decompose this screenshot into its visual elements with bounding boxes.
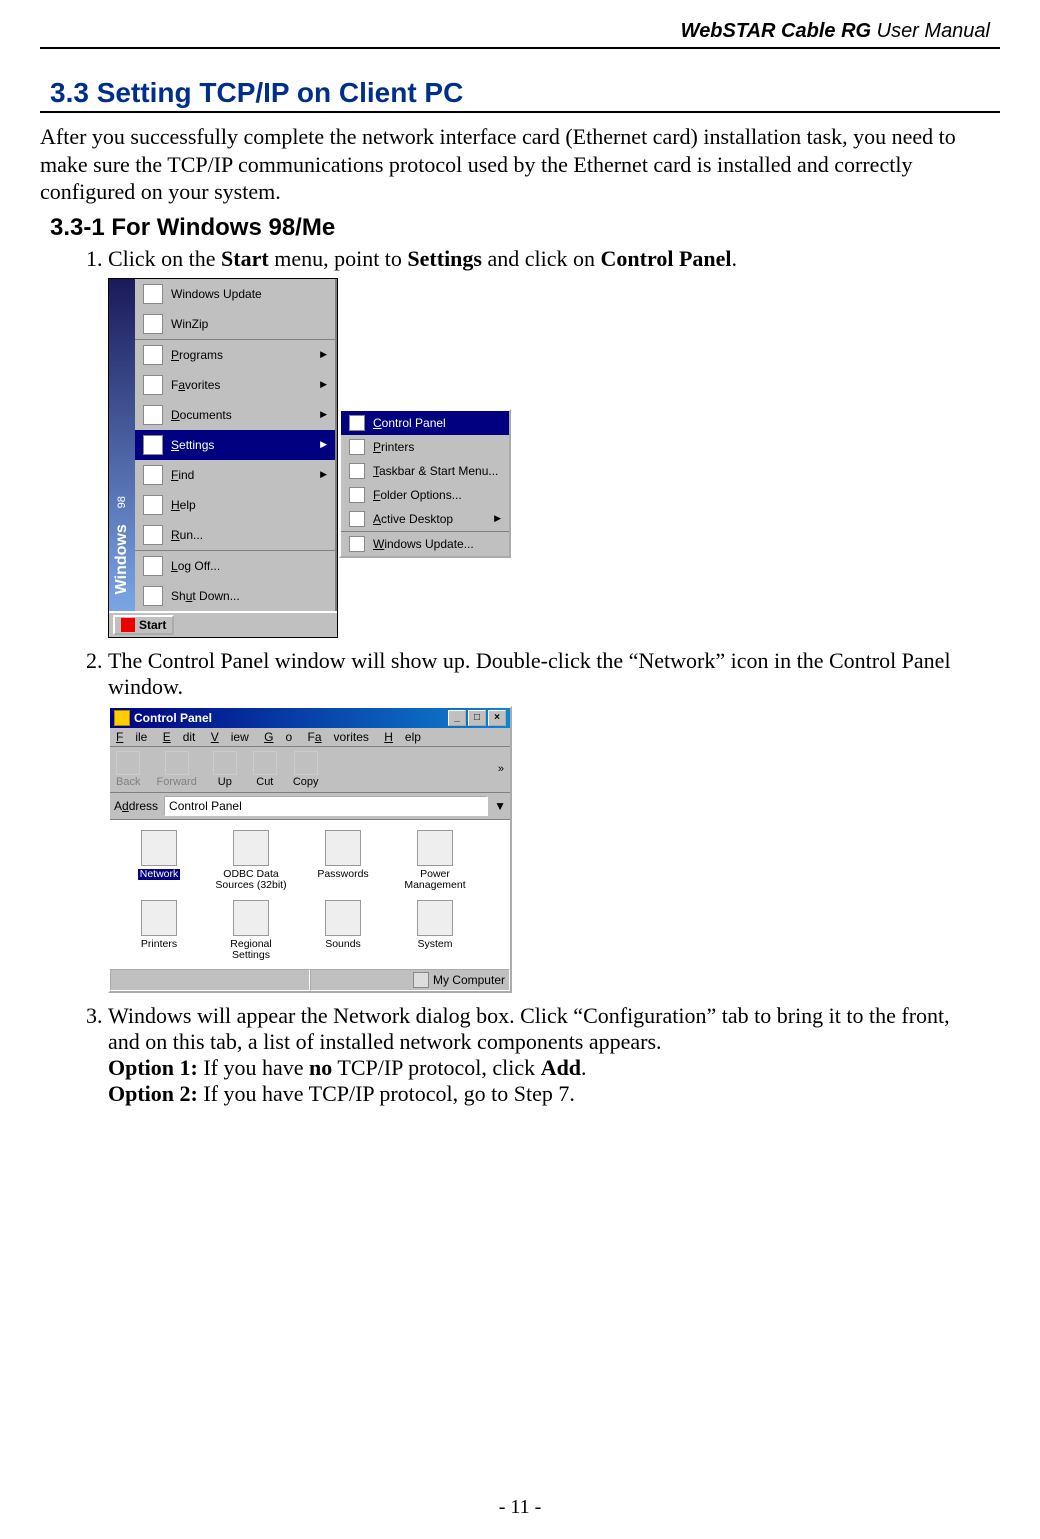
step-3: Windows will appear the Network dialog b… bbox=[108, 1003, 980, 1107]
winzip-icon bbox=[143, 314, 163, 334]
page-number: - 11 - bbox=[0, 1496, 1040, 1519]
globe-icon bbox=[143, 284, 163, 304]
settings-submenu: Control Panel Printers Taskbar & Start M… bbox=[339, 409, 511, 558]
control-panel-icon bbox=[114, 710, 130, 726]
chevron-right-icon: ▶ bbox=[320, 379, 327, 390]
chevron-right-icon: ▶ bbox=[494, 513, 501, 524]
submenu-folder-options[interactable]: Folder Options... bbox=[341, 483, 509, 507]
documents-icon bbox=[143, 405, 163, 425]
menu-item-favorites[interactable]: Favorites▶ bbox=[135, 370, 335, 400]
my-computer-icon bbox=[413, 972, 429, 988]
taskbar: Start bbox=[109, 611, 337, 637]
menu-item-documents[interactable]: Documents▶ bbox=[135, 400, 335, 430]
toolbar-more-icon[interactable]: » bbox=[498, 763, 504, 775]
step-1: Click on the Start menu, point to Settin… bbox=[108, 246, 980, 642]
tool-forward[interactable]: Forward bbox=[156, 751, 196, 788]
icon-odbc[interactable]: ODBC Data Sources (32bit) bbox=[212, 830, 290, 892]
header-product: WebSTAR Cable RG bbox=[681, 20, 871, 42]
maximize-button[interactable]: □ bbox=[468, 710, 486, 726]
start-button[interactable]: Start bbox=[113, 615, 174, 635]
menu-item-run[interactable]: Run... bbox=[135, 520, 335, 550]
start-menu-sidebar: Windows98 bbox=[109, 279, 135, 611]
address-bar: Address ▼ bbox=[110, 793, 510, 820]
address-label: Address bbox=[114, 799, 158, 813]
star-icon bbox=[143, 375, 163, 395]
menu-view[interactable]: View bbox=[211, 730, 249, 744]
submenu-control-panel[interactable]: Control Panel bbox=[341, 411, 509, 435]
step-2: The Control Panel window will show up. D… bbox=[108, 648, 980, 997]
window-title: Control Panel bbox=[134, 711, 212, 725]
close-button[interactable]: × bbox=[488, 710, 506, 726]
icon-sounds[interactable]: Sounds bbox=[304, 900, 382, 962]
page-header: WebSTAR Cable RG User Manual bbox=[40, 20, 1000, 47]
menu-item-windows-update[interactable]: Windows Update bbox=[135, 279, 335, 309]
menu-edit[interactable]: Edit bbox=[163, 730, 196, 744]
section-intro: After you successfully complete the netw… bbox=[40, 123, 990, 206]
icon-grid: Network ODBC Data Sources (32bit) Passwo… bbox=[110, 820, 510, 968]
windows-flag-icon bbox=[121, 618, 135, 632]
menu-item-shutdown[interactable]: Shut Down... bbox=[135, 581, 335, 611]
menu-go[interactable]: Go bbox=[264, 730, 292, 744]
window-toolbar: Back Forward Up Cut Copy » bbox=[110, 747, 510, 793]
section-title: 3.3 Setting TCP/IP on Client PC bbox=[50, 77, 990, 109]
programs-icon bbox=[143, 345, 163, 365]
find-icon bbox=[143, 465, 163, 485]
start-menu-screenshot: Windows98 Windows Update WinZip Programs… bbox=[108, 278, 338, 638]
icon-power[interactable]: Power Management bbox=[396, 830, 474, 892]
logoff-icon bbox=[143, 556, 163, 576]
subsection-title: 3.3-1 For Windows 98/Me bbox=[50, 214, 1000, 242]
active-desktop-icon bbox=[349, 511, 365, 527]
window-titlebar[interactable]: Control Panel _ □ × bbox=[110, 708, 510, 728]
help-icon bbox=[143, 495, 163, 515]
menu-favorites[interactable]: Favorites bbox=[308, 730, 369, 744]
icon-network[interactable]: Network bbox=[120, 830, 198, 892]
chevron-right-icon: ▶ bbox=[320, 439, 327, 450]
address-dropdown-icon[interactable]: ▼ bbox=[494, 799, 506, 813]
tool-cut[interactable]: Cut bbox=[253, 751, 277, 788]
icon-regional[interactable]: Regional Settings bbox=[212, 900, 290, 962]
minimize-button[interactable]: _ bbox=[448, 710, 466, 726]
menu-item-help[interactable]: Help bbox=[135, 490, 335, 520]
icon-passwords[interactable]: Passwords bbox=[304, 830, 382, 892]
run-icon bbox=[143, 525, 163, 545]
folder-options-icon bbox=[349, 487, 365, 503]
menu-item-logoff[interactable]: Log Off... bbox=[135, 550, 335, 581]
icon-system[interactable]: System bbox=[396, 900, 474, 962]
window-menubar: File Edit View Go Favorites Help bbox=[110, 728, 510, 747]
chevron-right-icon: ▶ bbox=[320, 469, 327, 480]
header-divider bbox=[40, 47, 1000, 49]
submenu-taskbar[interactable]: Taskbar & Start Menu... bbox=[341, 459, 509, 483]
tool-back[interactable]: Back bbox=[116, 751, 140, 788]
control-panel-window: Control Panel _ □ × File Edit View Go Fa… bbox=[108, 706, 512, 993]
menu-item-find[interactable]: Find▶ bbox=[135, 460, 335, 490]
chevron-right-icon: ▶ bbox=[320, 349, 327, 360]
submenu-windows-update[interactable]: Windows Update... bbox=[341, 531, 509, 556]
globe-icon bbox=[349, 536, 365, 552]
menu-file[interactable]: File bbox=[116, 730, 147, 744]
shutdown-icon bbox=[143, 586, 163, 606]
menu-help[interactable]: Help bbox=[384, 730, 421, 744]
address-input[interactable] bbox=[164, 796, 488, 816]
section-divider bbox=[40, 111, 1000, 113]
tool-up[interactable]: Up bbox=[213, 751, 237, 788]
chevron-right-icon: ▶ bbox=[320, 409, 327, 420]
icon-printers[interactable]: Printers bbox=[120, 900, 198, 962]
header-rest: User Manual bbox=[871, 20, 990, 42]
submenu-active-desktop[interactable]: Active Desktop▶ bbox=[341, 507, 509, 531]
status-bar: My Computer bbox=[110, 968, 510, 991]
taskbar-icon bbox=[349, 463, 365, 479]
control-panel-icon bbox=[349, 415, 365, 431]
menu-item-settings[interactable]: Settings▶ bbox=[135, 430, 335, 460]
submenu-printers[interactable]: Printers bbox=[341, 435, 509, 459]
printers-icon bbox=[349, 439, 365, 455]
menu-item-winzip[interactable]: WinZip bbox=[135, 309, 335, 339]
settings-icon bbox=[143, 435, 163, 455]
menu-item-programs[interactable]: Programs▶ bbox=[135, 339, 335, 370]
tool-copy[interactable]: Copy bbox=[293, 751, 319, 788]
steps-list: Click on the Start menu, point to Settin… bbox=[80, 246, 980, 1107]
